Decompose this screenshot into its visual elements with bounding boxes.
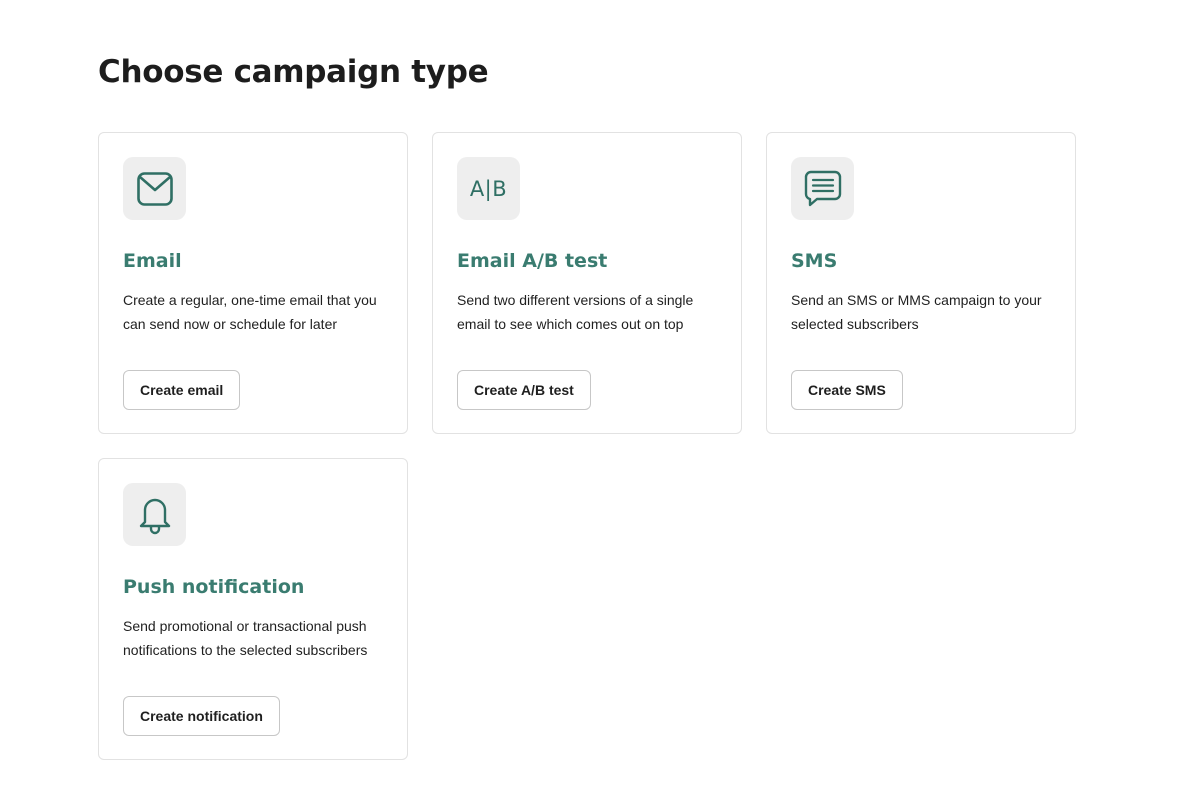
create-ab-test-button[interactable]: Create A/B test bbox=[457, 370, 591, 410]
card-title: SMS bbox=[791, 250, 838, 272]
card-push-notification: Push notification Send promotional or tr… bbox=[98, 458, 408, 760]
email-icon-tile bbox=[123, 157, 186, 220]
create-notification-button[interactable]: Create notification bbox=[123, 696, 280, 736]
card-description: Send an SMS or MMS campaign to your sele… bbox=[791, 292, 1042, 332]
page-title: Choose campaign type bbox=[98, 54, 489, 90]
envelope-icon bbox=[136, 171, 173, 206]
card-description: Create a regular, one-time email that yo… bbox=[123, 292, 377, 332]
card-email-ab-test: A|B Email A/B test Send two different ve… bbox=[432, 132, 742, 434]
campaign-type-page: Choose campaign type Email Create a regu… bbox=[0, 0, 1203, 787]
card-title: Email bbox=[123, 250, 182, 272]
campaign-type-grid: Email Create a regular, one-time email t… bbox=[98, 132, 1076, 760]
sms-icon-tile bbox=[791, 157, 854, 220]
card-title: Push notification bbox=[123, 576, 305, 598]
bell-icon bbox=[139, 498, 170, 534]
chat-bubble-icon bbox=[804, 170, 841, 206]
ab-test-icon-tile: A|B bbox=[457, 157, 520, 220]
create-sms-button[interactable]: Create SMS bbox=[791, 370, 903, 410]
card-sms: SMS Send an SMS or MMS campaign to your … bbox=[766, 132, 1076, 434]
card-description: Send promotional or transactional push n… bbox=[123, 618, 368, 658]
card-title: Email A/B test bbox=[457, 250, 608, 272]
push-icon-tile bbox=[123, 483, 186, 546]
card-email: Email Create a regular, one-time email t… bbox=[98, 132, 408, 434]
create-email-button[interactable]: Create email bbox=[123, 370, 241, 410]
ab-test-icon: A|B bbox=[469, 176, 508, 201]
card-description: Send two different versions of a single … bbox=[457, 292, 694, 332]
